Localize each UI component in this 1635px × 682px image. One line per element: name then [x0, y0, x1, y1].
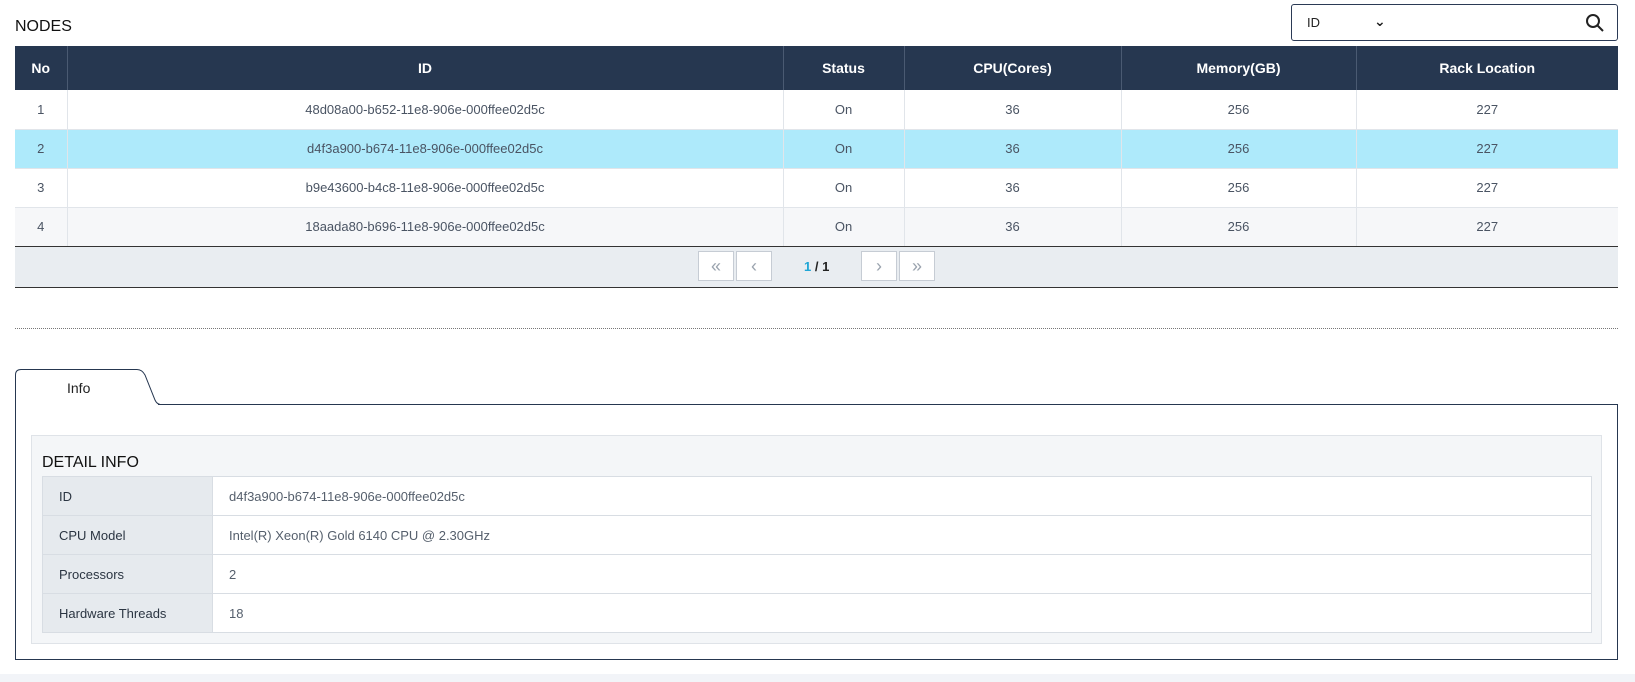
detail-row: ID d4f3a900-b674-11e8-906e-000ffee02d5c	[42, 476, 1592, 516]
cell-cpu: 36	[904, 90, 1122, 130]
detail-key: ID	[42, 476, 213, 516]
table-row[interactable]: 3 b9e43600-b4c8-11e8-906e-000ffee02d5c O…	[15, 168, 1618, 208]
chevron-down-icon: ⌄	[1374, 13, 1386, 29]
column-header-id[interactable]: ID	[67, 46, 784, 90]
cell-cpu: 36	[904, 207, 1122, 247]
cell-memory: 256	[1121, 168, 1357, 208]
double-chevron-right-icon: »	[911, 256, 922, 276]
cell-memory: 256	[1121, 207, 1357, 247]
detail-value: 18	[212, 593, 1592, 633]
search-input[interactable]	[1392, 11, 1572, 35]
detail-value: 2	[212, 554, 1592, 594]
detail-key: Processors	[42, 554, 213, 594]
detail-row: Hardware Threads 18	[42, 593, 1592, 633]
detail-value: Intel(R) Xeon(R) Gold 6140 CPU @ 2.30GHz	[212, 515, 1592, 555]
prev-page-button[interactable]: ‹	[736, 251, 772, 281]
first-page-button[interactable]: «	[698, 251, 734, 281]
cell-memory: 256	[1121, 90, 1357, 130]
detail-value: d4f3a900-b674-11e8-906e-000ffee02d5c	[212, 476, 1592, 516]
tab-info[interactable]: Info	[15, 369, 160, 405]
chevron-right-icon: ›	[876, 256, 882, 276]
cell-cpu: 36	[904, 129, 1122, 169]
next-page-button[interactable]: ›	[861, 251, 897, 281]
section-divider	[15, 328, 1618, 329]
total-pages: 1	[822, 259, 830, 274]
page-separator: /	[811, 259, 823, 274]
cell-memory: 256	[1121, 129, 1357, 169]
chevron-left-icon: ‹	[751, 256, 757, 276]
page-indicator: 1 / 1	[804, 259, 829, 274]
cell-rack-location: 227	[1356, 168, 1618, 208]
cell-no: 1	[15, 90, 68, 130]
detail-key: CPU Model	[42, 515, 213, 555]
cell-no: 4	[15, 207, 68, 247]
last-page-button[interactable]: »	[899, 251, 935, 281]
detail-key: Hardware Threads	[42, 593, 213, 633]
pagination-bar: « ‹ 1 / 1 › »	[15, 247, 1618, 288]
detail-table: ID d4f3a900-b674-11e8-906e-000ffee02d5c …	[42, 476, 1592, 633]
cell-rack-location: 227	[1356, 207, 1618, 247]
cell-id: b9e43600-b4c8-11e8-906e-000ffee02d5c	[67, 168, 784, 208]
table-row[interactable]: 4 18aada80-b696-11e8-906e-000ffee02d5c O…	[15, 207, 1618, 247]
cell-rack-location: 227	[1356, 90, 1618, 130]
detail-row: Processors 2	[42, 554, 1592, 594]
cell-id: d4f3a900-b674-11e8-906e-000ffee02d5c	[67, 129, 784, 169]
cell-id: 18aada80-b696-11e8-906e-000ffee02d5c	[67, 207, 784, 247]
cell-cpu: 36	[904, 168, 1122, 208]
column-header-cpu[interactable]: CPU(Cores)	[904, 46, 1122, 90]
table-row[interactable]: 1 48d08a00-b652-11e8-906e-000ffee02d5c O…	[15, 90, 1618, 130]
cell-status: On	[783, 207, 905, 247]
detail-title: DETAIL INFO	[42, 454, 139, 471]
nodes-table: No ID Status CPU(Cores) Memory(GB) Rack …	[15, 46, 1618, 247]
column-header-no[interactable]: No	[15, 46, 68, 90]
cell-id: 48d08a00-b652-11e8-906e-000ffee02d5c	[67, 90, 784, 130]
page-title: NODES	[15, 18, 72, 35]
cell-no: 2	[15, 129, 68, 169]
column-header-memory[interactable]: Memory(GB)	[1121, 46, 1357, 90]
table-header-row: No ID Status CPU(Cores) Memory(GB) Rack …	[15, 46, 1618, 90]
search-box: ID ⌄	[1291, 4, 1618, 41]
column-header-rack-location[interactable]: Rack Location	[1356, 46, 1618, 90]
tab-info-label: Info	[67, 380, 91, 396]
cell-status: On	[783, 90, 905, 130]
double-chevron-left-icon: «	[710, 256, 721, 276]
search-icon[interactable]	[1585, 13, 1605, 33]
table-row-selected[interactable]: 2 d4f3a900-b674-11e8-906e-000ffee02d5c O…	[15, 129, 1618, 169]
cell-no: 3	[15, 168, 68, 208]
column-header-status[interactable]: Status	[783, 46, 905, 90]
search-field-select[interactable]: ID ⌄	[1307, 13, 1387, 30]
bottom-strip	[0, 674, 1635, 682]
detail-row: CPU Model Intel(R) Xeon(R) Gold 6140 CPU…	[42, 515, 1592, 555]
cell-status: On	[783, 129, 905, 169]
search-field-value: ID	[1307, 15, 1320, 30]
detail-info-box: DETAIL INFO ID d4f3a900-b674-11e8-906e-0…	[31, 435, 1602, 644]
cell-rack-location: 227	[1356, 129, 1618, 169]
cell-status: On	[783, 168, 905, 208]
